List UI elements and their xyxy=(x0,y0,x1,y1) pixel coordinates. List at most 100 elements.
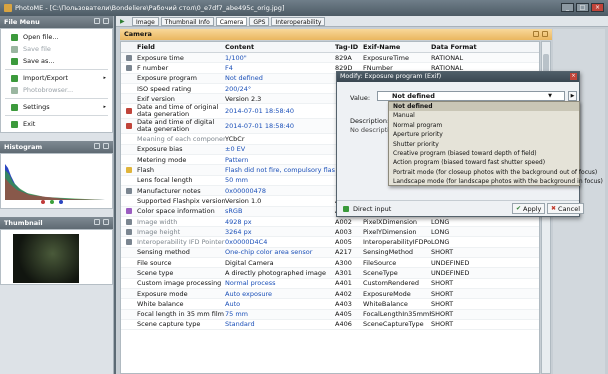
menu-item-label: Save file xyxy=(23,45,51,53)
minimize-button[interactable]: _ xyxy=(561,3,574,12)
file-menu-item[interactable]: Save as... xyxy=(1,55,112,67)
cell-content: Digital Camera xyxy=(225,258,274,267)
cell-content: 0x00000478 xyxy=(225,186,267,195)
row-type-icon xyxy=(126,187,132,194)
pin-icon[interactable] xyxy=(94,219,100,225)
thumbnail-image xyxy=(13,234,79,283)
histogram-panel xyxy=(0,153,113,209)
dropdown-option[interactable]: Aperture priority xyxy=(389,130,579,139)
cell-field: Meaning of each component xyxy=(137,135,225,144)
cell-field: Color space information xyxy=(137,207,215,216)
cell-field: Lens focal length xyxy=(137,176,193,185)
table-row[interactable]: Interoperability IFD Pointer 0x0000D4C4 A0… xyxy=(121,237,539,248)
row-type-icon xyxy=(126,167,132,174)
cell-field: Manufacturer notes xyxy=(137,186,201,195)
cell-exif: PixelYDimension xyxy=(363,227,417,236)
dialog-title: Modify: Exposure program (Exif) × xyxy=(337,72,579,82)
column-field[interactable]: Field xyxy=(137,43,225,51)
dropdown-option[interactable]: Action program (biased toward fast shutt… xyxy=(389,158,579,167)
description-label: Description: xyxy=(350,117,390,125)
tab-interoperability[interactable]: Interoperability xyxy=(271,16,326,26)
cell-fmt: SHORT xyxy=(431,310,454,319)
pin-icon[interactable] xyxy=(533,31,539,37)
dialog-close-button[interactable]: × xyxy=(570,73,577,80)
table-row[interactable]: File source Digital Camera A300 FileSource U… xyxy=(121,258,539,269)
table-row[interactable]: Exposure mode Auto exposure A402 ExposureMo… xyxy=(121,288,539,300)
cell-field: Exif version xyxy=(137,94,175,103)
value-select[interactable]: Not defined ▼ xyxy=(377,91,565,101)
pin-icon[interactable] xyxy=(94,143,100,149)
table-row[interactable]: Scene capture type Standard A406 SceneCaptu… xyxy=(121,320,539,331)
column-tag-id[interactable]: Tag-ID xyxy=(335,43,363,51)
file-menu-item: Photobrowser... xyxy=(1,84,112,96)
cell-field: Date and time of digital data generation xyxy=(137,119,215,134)
table-row[interactable]: Image height 3264 px A003 PixelYDimension LO… xyxy=(121,227,539,238)
dropdown-option[interactable]: Not defined xyxy=(389,102,579,112)
file-menu-item[interactable]: Open file... xyxy=(1,31,112,43)
dropdown-option[interactable]: Manual xyxy=(389,111,579,120)
table-row[interactable]: Focal length in 35 mm film 75 mm A405 Focal… xyxy=(121,309,539,320)
cancel-button[interactable]: ✖ Cancel xyxy=(547,203,585,214)
tab-camera[interactable]: Camera xyxy=(215,16,248,26)
cell-exif: PixelXDimension xyxy=(363,217,418,226)
file-menu-item[interactable]: Import/Export ▸ xyxy=(1,72,112,84)
file-menu-title: File Menu xyxy=(4,18,40,26)
column-exif-name[interactable]: Exif-Name xyxy=(363,43,431,51)
menu-item-icon xyxy=(11,86,18,94)
row-type-icon xyxy=(126,218,132,225)
cell-exif: InteroperabilityIFDPoin xyxy=(363,238,431,247)
dropdown-option[interactable]: Landscape mode (for landscape photos wit… xyxy=(389,177,603,186)
collapse-icon[interactable] xyxy=(103,18,109,24)
cell-field: Scene capture type xyxy=(137,320,201,329)
column-data-format[interactable]: Data Format xyxy=(431,43,539,51)
green-channel-toggle[interactable] xyxy=(50,200,54,204)
cell-id: A002 xyxy=(335,217,352,226)
collapse-icon[interactable] xyxy=(103,143,109,149)
collapse-icon[interactable] xyxy=(542,31,548,37)
cancel-icon: ✖ xyxy=(551,205,557,212)
submenu-arrow-icon: ▸ xyxy=(103,104,106,110)
tab-thumbnail-info[interactable]: Thumbnail Info xyxy=(160,16,214,26)
blue-channel-toggle[interactable] xyxy=(59,200,63,204)
close-button[interactable]: × xyxy=(591,3,604,12)
tab-image[interactable]: Image xyxy=(132,16,159,26)
file-menu-item[interactable]: Exit xyxy=(1,118,112,130)
value-select-text: Not defined xyxy=(392,92,435,100)
dropdown-option[interactable]: Creative program (biased toward depth of… xyxy=(389,149,579,158)
table-row[interactable]: Custom image processing Normal process A40… xyxy=(121,279,539,289)
table-row[interactable]: Sensing method One-chip color area sensor… xyxy=(121,247,539,259)
red-channel-toggle[interactable] xyxy=(41,200,45,204)
dropdown-option[interactable]: Normal program xyxy=(389,121,579,130)
tab-gps[interactable]: GPS xyxy=(249,16,270,26)
cell-content: 2014-07-01 18:58:40 xyxy=(225,122,295,131)
column-content[interactable]: Content xyxy=(225,43,335,51)
table-row[interactable]: Exposure time 1/100" 829A ExposureTime RATIO… xyxy=(121,53,539,64)
row-type-icon xyxy=(126,54,132,61)
collapse-icon[interactable] xyxy=(103,219,109,225)
file-menu-item[interactable]: Settings ▸ xyxy=(1,101,112,113)
cell-fmt: UNDEFINED xyxy=(431,268,470,277)
dropdown-option[interactable]: Portrait mode (for closeup photos with t… xyxy=(389,168,597,177)
table-row[interactable]: Image width 4928 px A002 PixelXDimension LON… xyxy=(121,217,539,228)
cancel-label: Cancel xyxy=(558,204,581,213)
direct-input-toggle[interactable]: Direct input xyxy=(343,205,391,213)
cell-content: Auto exposure xyxy=(225,289,273,298)
camera-section-header: Camera xyxy=(120,29,552,40)
menu-item-label: Import/Export xyxy=(23,74,69,82)
play-icon[interactable]: ▶ xyxy=(120,18,128,25)
pin-icon[interactable] xyxy=(94,18,100,24)
apply-button[interactable]: ✔ Apply xyxy=(512,203,546,214)
cell-fmt: SHORT xyxy=(431,248,454,257)
cell-content: ±0 EV xyxy=(225,145,246,154)
cell-fmt: SHORT xyxy=(431,289,454,298)
cell-content: Standard xyxy=(225,320,255,329)
maximize-button[interactable]: □ xyxy=(576,3,589,12)
row-type-icon xyxy=(126,228,132,235)
dropdown-option[interactable]: Shutter priority xyxy=(389,140,579,149)
table-row[interactable]: Scene type A directly photographed image A… xyxy=(121,268,539,279)
file-menu: Open file... Save file Save as... Import/Ex… xyxy=(0,28,113,133)
next-value-button[interactable]: ▶ xyxy=(568,91,577,101)
cell-exif: FocalLengthIn35mmFil xyxy=(363,310,431,319)
cell-field: Image height xyxy=(137,227,181,236)
table-row[interactable]: White balance Auto A403 WhiteBalance SHORT xyxy=(121,299,539,310)
